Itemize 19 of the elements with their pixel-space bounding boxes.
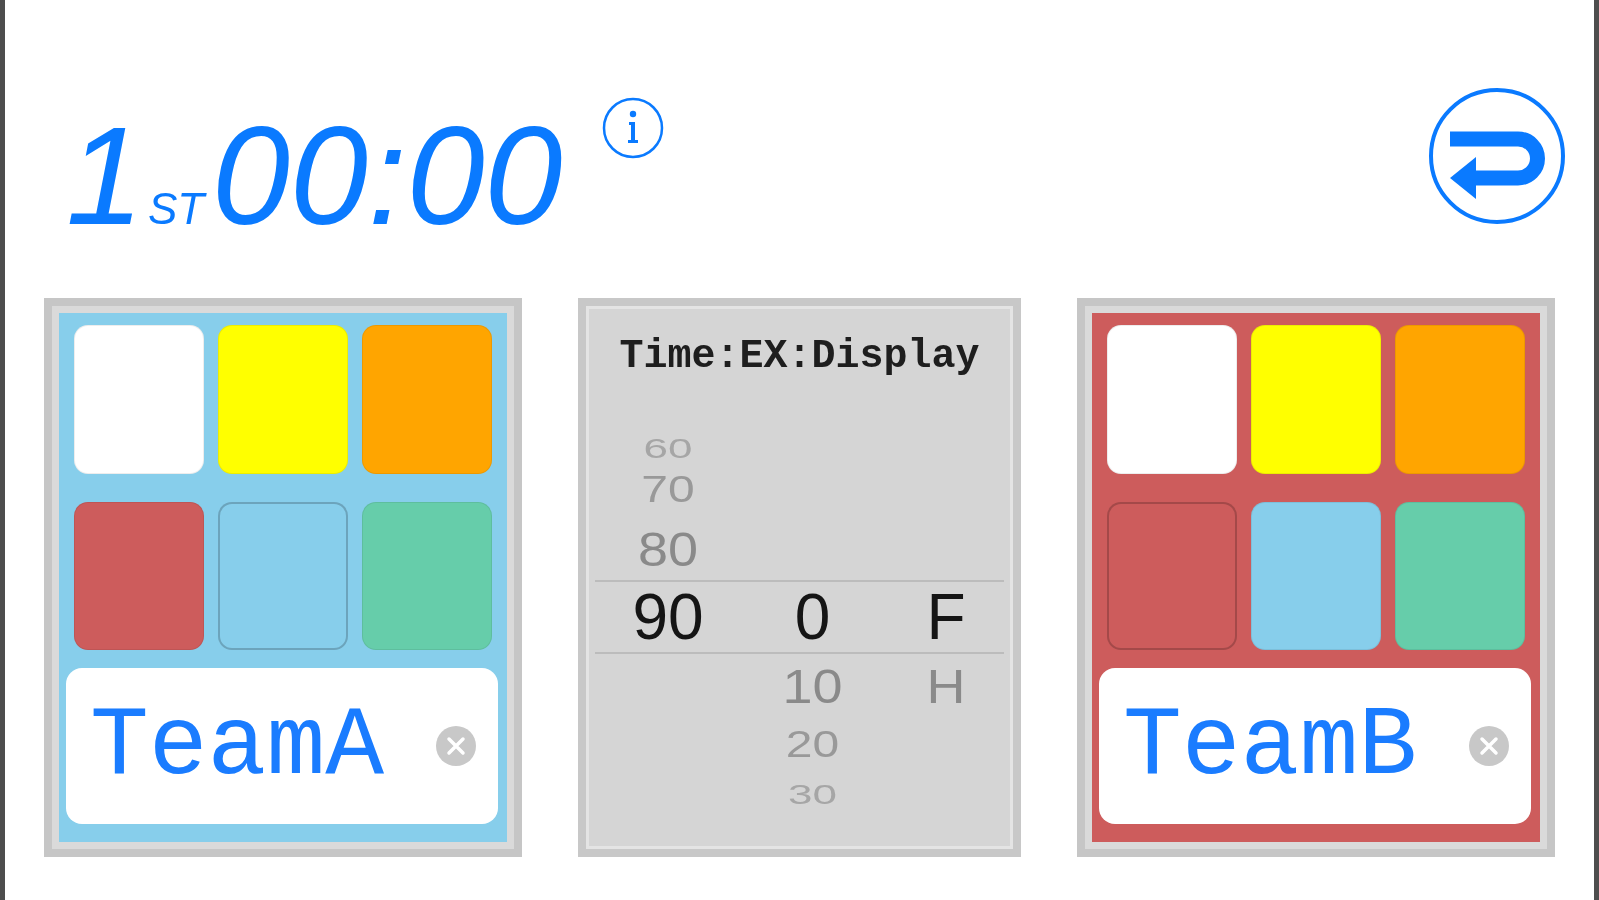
team-name-field[interactable]: TeamA	[66, 668, 498, 824]
info-icon[interactable]	[602, 97, 665, 159]
color-swatch[interactable]	[1107, 502, 1237, 650]
clear-icon[interactable]	[1469, 726, 1509, 766]
picker-option[interactable]: 20	[785, 725, 840, 764]
picker-option[interactable]: F	[926, 585, 966, 649]
picker-option[interactable]: H	[926, 661, 966, 710]
color-swatch[interactable]	[218, 502, 348, 650]
clear-icon[interactable]	[436, 726, 476, 766]
picker-option[interactable]: 10	[782, 661, 843, 710]
picker-option[interactable]: 0	[794, 585, 831, 649]
clock-display: 00:00	[212, 106, 563, 246]
period-number: 1	[66, 106, 144, 246]
picker-option[interactable]: 70	[641, 470, 695, 509]
picker-option[interactable]: 80	[637, 524, 699, 573]
picker-title: Time:EX:Display	[618, 333, 981, 381]
period-suffix: ST	[147, 187, 205, 231]
team-name-field[interactable]: TeamB	[1099, 668, 1531, 824]
picker-option[interactable]: 90	[632, 585, 704, 649]
